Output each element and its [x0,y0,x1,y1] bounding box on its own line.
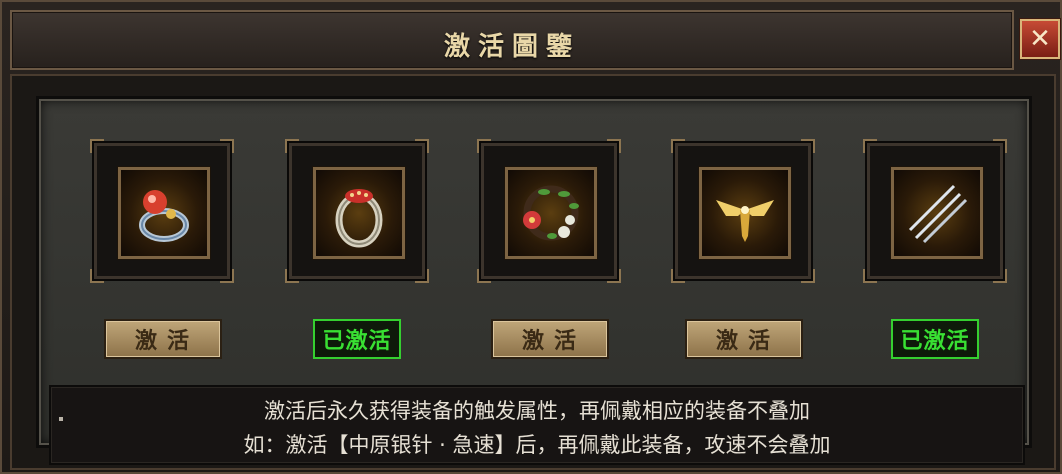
ruby-ring-icon [118,167,210,259]
description-line-1: 激活后永久获得装备的触发属性，再佩戴相应的装备不叠加 [264,399,810,423]
description-line-2: 如：激活【中原银针 · 急速】后，再佩戴此装备，攻速不会叠加 [243,433,831,457]
silver-needles-icon [891,167,983,259]
activated-badge-2: 已激活 [313,319,401,359]
activated-badge-5: 已激活 [891,319,979,359]
jeweled-ring-icon [313,167,405,259]
flower-wreath-icon [505,167,597,259]
activate-button-3[interactable]: 激活 [491,319,609,359]
item-slot-3[interactable] [477,139,621,283]
item-slot-5[interactable] [863,139,1007,283]
close-button[interactable]: ✕ [1020,19,1060,59]
activation-codex-window: 激活圖鑒 ✕ 激活 已激活 激活 激活 已激活 激活后永久获得装备的触发属性，再… [0,0,1062,474]
title-bar: 激活圖鑒 [10,10,1014,70]
codex-panel: 激活 已激活 激活 激活 已激活 激活后永久获得装备的触发属性，再佩戴相应的装备… [36,96,1032,465]
window-title: 激活圖鑒 [443,32,580,62]
content-area: 激活 已激活 激活 激活 已激活 激活后永久获得装备的触发属性，再佩戴相应的装备… [10,74,1056,470]
item-slot-1[interactable] [90,139,234,283]
item-slot-2[interactable] [285,139,429,283]
description-box: 激活后永久获得装备的触发属性，再佩戴相应的装备不叠加 如：激活【中原银针 · 急… [49,385,1025,465]
golden-wings-pendant-icon [699,167,791,259]
item-slot-4[interactable] [671,139,815,283]
activate-button-4[interactable]: 激活 [685,319,803,359]
activate-button-1[interactable]: 激活 [104,319,222,359]
